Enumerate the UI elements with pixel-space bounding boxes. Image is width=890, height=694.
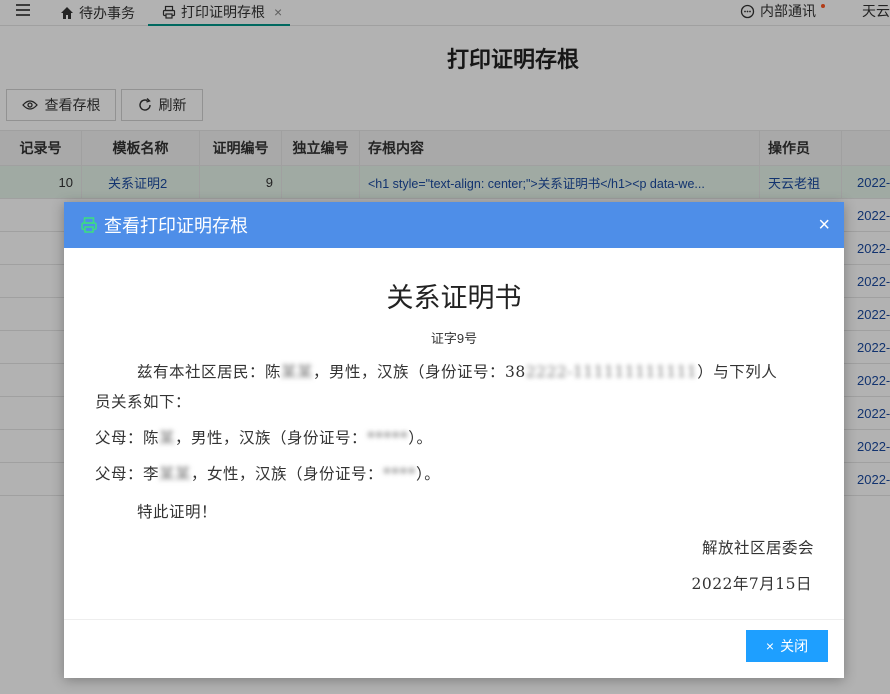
close-button-label: 关闭	[780, 638, 809, 654]
certificate-closing: 特此证明！	[137, 503, 218, 521]
redacted-id: 2222-111111111111	[525, 363, 698, 381]
redacted-name: 某	[159, 429, 176, 447]
printer-icon	[81, 217, 97, 233]
dialog-footer: × 关闭	[64, 620, 844, 678]
close-button[interactable]: × 关闭	[746, 630, 828, 662]
certificate-date: 2022年7月15日	[691, 575, 812, 593]
certificate-father-line: 父母：陈某，男性，汉族（身份证号：*****）。	[95, 426, 433, 448]
close-icon: ×	[765, 638, 775, 654]
view-stub-dialog: 查看打印证明存根 × 关系证明书 证字9号 兹有本社区居民：陈某某，男性，汉族（…	[64, 202, 844, 678]
dialog-close-icon[interactable]: ×	[818, 214, 830, 237]
redacted-name: 某某	[159, 465, 192, 483]
certificate-number: 证字9号	[430, 331, 478, 346]
certificate-signer: 解放社区居委会	[701, 539, 814, 557]
certificate-preview: 关系证明书 证字9号 兹有本社区居民：陈某某，男性，汉族（身份证号：382222…	[64, 248, 844, 620]
dialog-header: 查看打印证明存根 ×	[64, 202, 844, 248]
certificate-mother-line: 父母：李某某，女性，汉族（身份证号：****）。	[95, 462, 440, 484]
redacted-id: ****	[383, 465, 417, 483]
certificate-paragraph-1: 兹有本社区居民：陈某某，男性，汉族（身份证号：382222-1111111111…	[137, 360, 777, 382]
redacted-name: 某某	[281, 363, 314, 381]
certificate-paragraph-1-line2: 员关系如下：	[95, 393, 192, 411]
certificate-title: 关系证明书	[386, 283, 522, 314]
redacted-id: *****	[367, 429, 409, 447]
dialog-title: 查看打印证明存根	[104, 216, 248, 236]
